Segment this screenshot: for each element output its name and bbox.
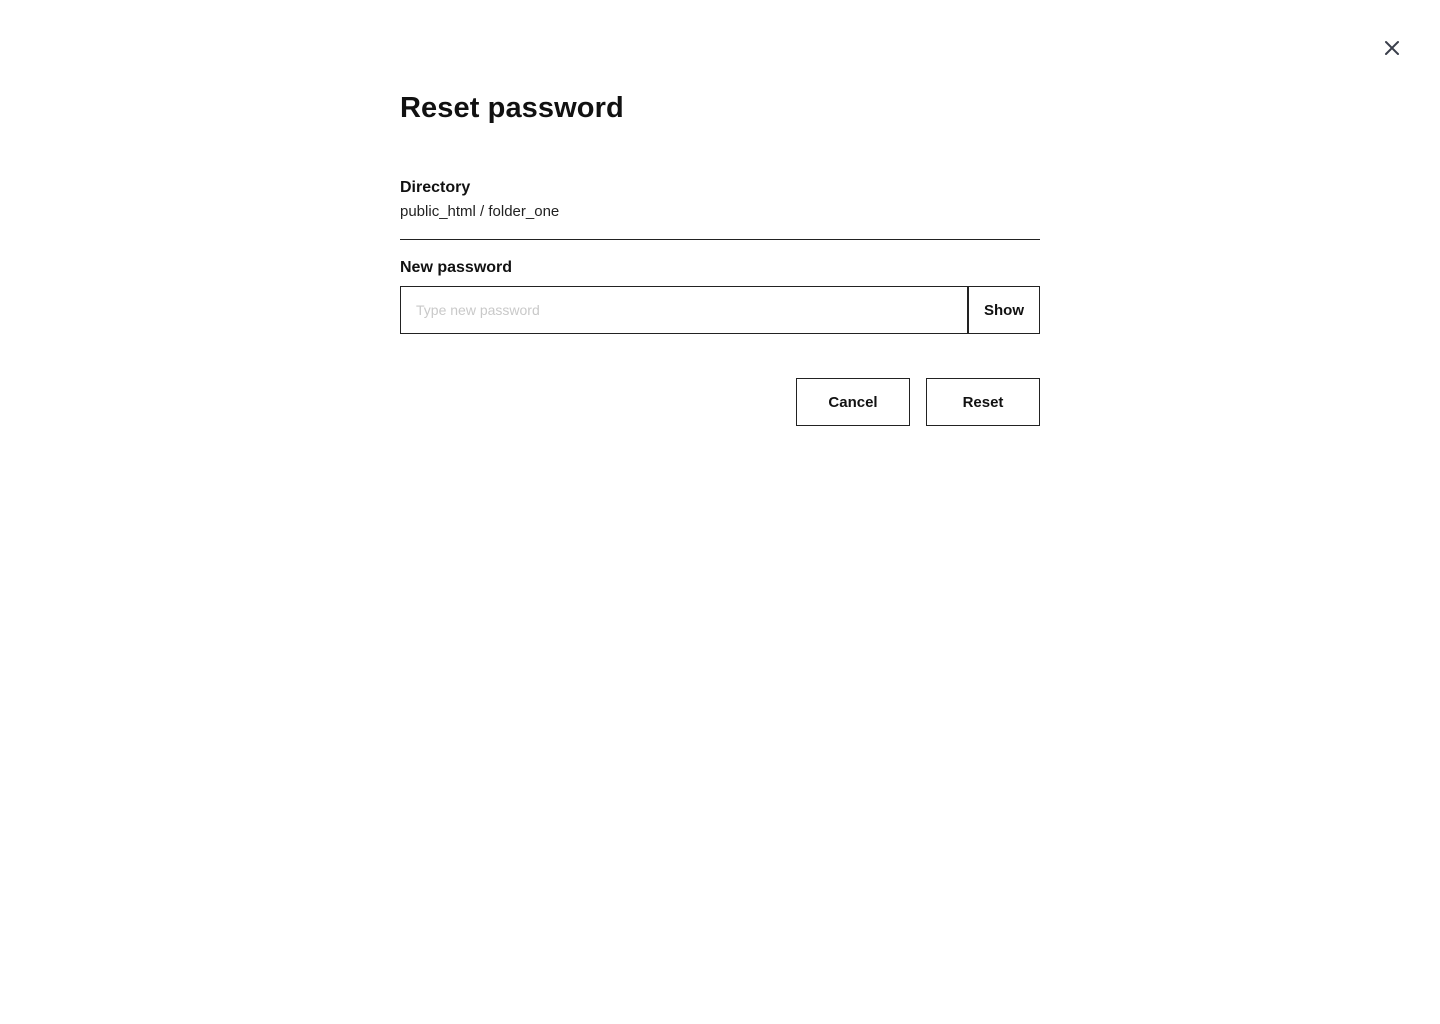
- directory-label: Directory: [400, 179, 471, 196]
- close-icon: [1384, 40, 1400, 56]
- new-password-row: Show: [400, 286, 1040, 334]
- cancel-button[interactable]: Cancel: [796, 378, 910, 426]
- close-button[interactable]: [1380, 36, 1404, 60]
- dialog-title: Reset password: [400, 92, 624, 124]
- new-password-section: New password Show: [400, 258, 1040, 334]
- new-password-input[interactable]: [400, 286, 967, 334]
- show-password-button[interactable]: Show: [967, 286, 1040, 334]
- new-password-label: New password: [400, 259, 513, 276]
- reset-password-page: Reset password Directory public_html / f…: [0, 0, 1440, 1024]
- directory-value: public_html / folder_one: [400, 203, 560, 220]
- reset-button[interactable]: Reset: [926, 378, 1040, 426]
- dialog-actions: Cancel Reset: [400, 378, 1040, 426]
- reset-password-dialog: Reset password Directory public_html / f…: [400, 88, 1040, 426]
- directory-section: Directory public_html / folder_one: [400, 178, 1040, 240]
